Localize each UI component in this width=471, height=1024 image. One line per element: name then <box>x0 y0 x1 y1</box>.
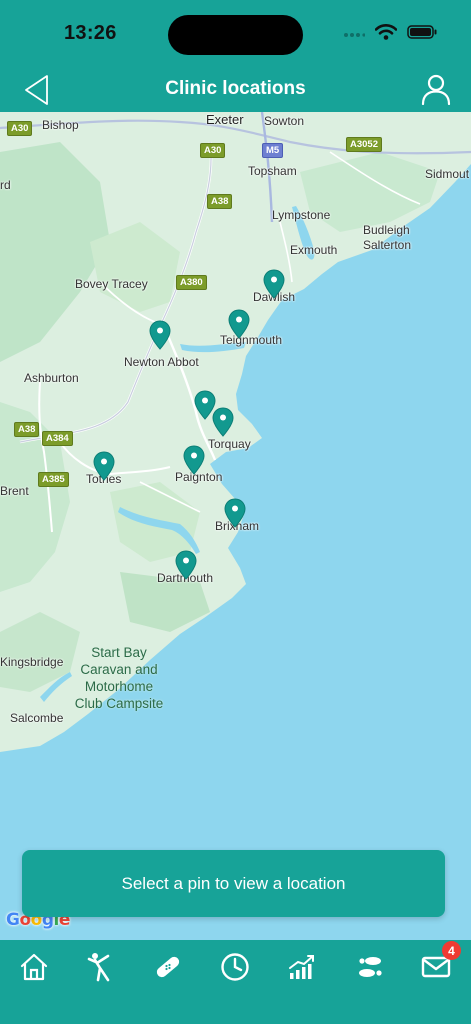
road-sign: A38 <box>207 194 233 209</box>
clock-icon <box>221 953 249 981</box>
wifi-icon <box>374 24 398 45</box>
road-sign: A380 <box>176 275 207 290</box>
road-sign: A384 <box>42 431 73 446</box>
place-label: rd <box>0 178 11 192</box>
dynamic-island <box>168 15 303 55</box>
bandage-icon <box>156 956 180 978</box>
place-label: Kingsbridge <box>0 655 64 669</box>
unread-badge: 4 <box>442 941 461 960</box>
clinic-pin[interactable] <box>93 451 115 481</box>
tab-progress[interactable] <box>285 950 319 984</box>
status-bar: 13:26 <box>0 0 471 66</box>
map-view[interactable]: Bishop Exeter Sowton Topsham Sidmout rd … <box>0 112 471 940</box>
tab-history[interactable] <box>218 950 252 984</box>
page-title: Clinic locations <box>165 78 306 99</box>
place-label: Bishop <box>42 118 79 132</box>
footprints-icon <box>359 957 382 977</box>
place-label: Torquay <box>208 437 251 451</box>
place-label: Brent <box>0 484 29 498</box>
place-label: Sidmout <box>425 167 470 181</box>
tab-steps[interactable] <box>352 950 386 984</box>
place-label: Ashburton <box>24 371 79 385</box>
place-label: Salcombe <box>10 711 64 725</box>
tab-exercise[interactable] <box>84 950 118 984</box>
place-label: Topsham <box>248 164 297 178</box>
place-label: Budleigh <box>363 223 410 237</box>
clinic-pin[interactable] <box>263 269 285 299</box>
profile-button[interactable] <box>419 72 453 106</box>
clinic-pin[interactable] <box>224 498 246 528</box>
clinic-pin[interactable] <box>228 309 250 339</box>
nav-bar: Clinic locations <box>0 66 471 112</box>
road-sign: A38 <box>14 422 40 437</box>
road-sign: A30 <box>7 121 33 136</box>
clinic-pin[interactable] <box>149 320 171 350</box>
place-label: Exeter <box>206 112 244 127</box>
place-label: Bovey Tracey <box>75 277 148 291</box>
tab-bar: 4 <box>0 940 471 1024</box>
place-label: Sowton <box>264 114 305 128</box>
tab-messages[interactable]: 4 <box>419 941 461 984</box>
chart-icon <box>289 955 314 979</box>
road-sign: A30 <box>200 143 226 158</box>
signal-icon <box>343 26 366 44</box>
campsite-label: Start Bay Caravan and Motorhome Club Cam… <box>74 645 164 711</box>
location-hint-card: Select a pin to view a location <box>22 850 445 917</box>
tab-home[interactable] <box>17 950 51 984</box>
road-sign: A385 <box>38 472 69 487</box>
status-icons <box>343 24 437 45</box>
home-icon <box>20 953 48 981</box>
road-sign: M5 <box>262 143 284 158</box>
place-label: Salterton <box>363 238 412 252</box>
battery-icon <box>407 25 437 44</box>
road-sign: A3052 <box>346 137 382 152</box>
clinic-pin[interactable] <box>183 445 205 475</box>
exercise-icon <box>87 953 110 982</box>
location-hint-text: Select a pin to view a location <box>121 873 346 893</box>
place-label: Lympstone <box>272 208 331 222</box>
clinic-pin[interactable] <box>175 550 197 580</box>
tab-treatment[interactable] <box>151 950 185 984</box>
status-time: 13:26 <box>64 22 117 44</box>
user-icon <box>421 74 451 105</box>
place-label: Newton Abbot <box>124 355 199 369</box>
place-label: Exmouth <box>290 243 338 257</box>
clinic-pin[interactable] <box>212 407 234 437</box>
